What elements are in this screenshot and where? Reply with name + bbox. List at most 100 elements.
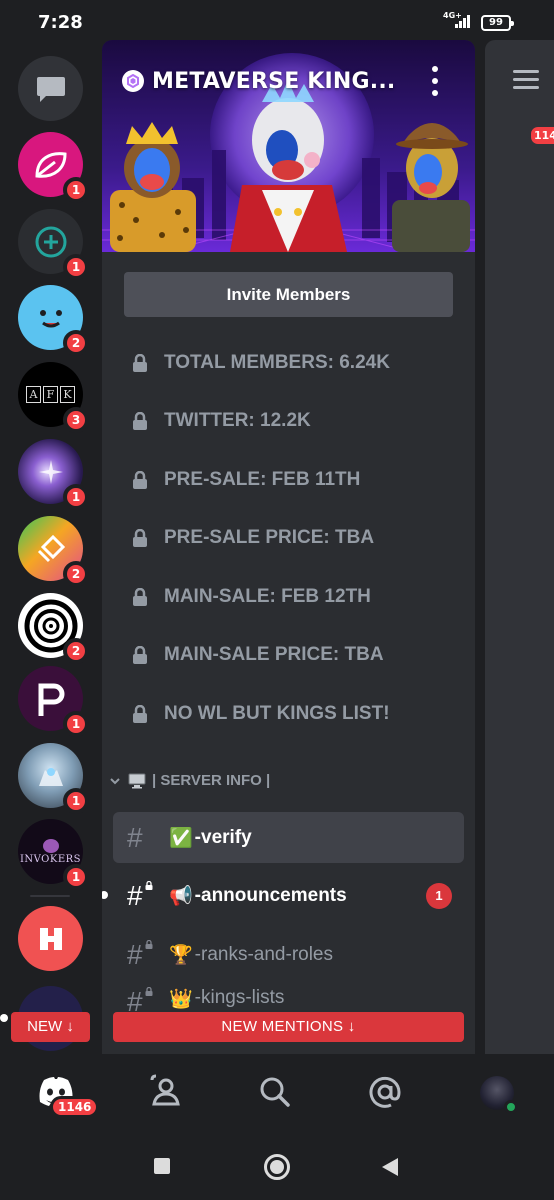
at-sign-icon [369, 1076, 401, 1108]
direct-messages-button[interactable] [18, 56, 83, 121]
afk-keys: A F K [26, 386, 75, 403]
search-icon [260, 1077, 290, 1107]
locked-channel[interactable]: TWITTER: 12.2K [132, 406, 311, 436]
mention-badge: 1 [426, 883, 452, 909]
channel-name: MAIN-SALE: FEB 12TH [164, 586, 371, 607]
back-button[interactable] [380, 1156, 400, 1178]
channel-item[interactable]: # 👑 -kings-lists [113, 987, 464, 1011]
friends-icon [150, 1074, 180, 1106]
battery-level: 99 [489, 17, 503, 28]
unread-badge: 1 [63, 254, 89, 280]
lock-icon [145, 987, 153, 996]
chat-panel-peek[interactable]: 1146 [485, 40, 554, 1054]
server-icon-gradient[interactable]: 2 [18, 516, 89, 587]
channel-name: PRE-SALE: FEB 11TH [164, 469, 361, 490]
server-name: METAVERSE KING... [152, 68, 396, 94]
new-unreads-button[interactable]: NEW ↓ [11, 1012, 90, 1042]
add-server-button[interactable]: 1 [18, 209, 89, 280]
server-icon-invokers[interactable]: INVOKERS 1 [18, 819, 89, 890]
channel-name: NO WL BUT KINGS LIST! [164, 703, 390, 724]
lock-icon [133, 705, 147, 723]
server-banner: METAVERSE KING... [102, 40, 475, 252]
server-icon-robot[interactable]: 1 [18, 743, 89, 814]
unread-badge: 2 [63, 638, 89, 664]
unread-badge: 1 [63, 711, 89, 737]
chat-bubble-icon [36, 76, 65, 102]
server-icon-leaf[interactable]: 1 [18, 132, 89, 203]
category-label: | SERVER INFO | [152, 772, 271, 789]
locked-channel[interactable]: PRE-SALE PRICE: TBA [132, 523, 374, 553]
locked-channel[interactable]: NO WL BUT KINGS LIST! [132, 699, 390, 729]
robot-icon [38, 767, 63, 786]
hashtag-icon: # [127, 939, 157, 970]
unread-pill [0, 1014, 8, 1022]
server-icon-afk[interactable]: A F K 3 [18, 362, 89, 433]
channel-name: MAIN-SALE PRICE: TBA [164, 644, 384, 665]
server-icon-h[interactable] [18, 906, 83, 971]
lock-icon [133, 588, 147, 606]
locked-channel[interactable]: PRE-SALE: FEB 11TH [132, 465, 360, 495]
channel-drawer: METAVERSE KING... Invite Members TOTAL M… [102, 40, 475, 1054]
unread-badge: 2 [63, 330, 89, 356]
tab-mentions[interactable] [367, 1074, 407, 1114]
signal-icon [455, 14, 473, 28]
chevron-down-icon [110, 777, 120, 784]
more-options-icon[interactable] [428, 66, 442, 96]
status-time: 7:28 [38, 12, 83, 33]
lock-icon [133, 646, 147, 664]
channel-name: TWITTER: 12.2K [164, 410, 311, 431]
channel-name: -ranks-and-roles [194, 943, 333, 965]
skull-icon [42, 839, 59, 853]
server-icon-smiley[interactable]: 2 [18, 285, 89, 356]
tab-home[interactable]: 1146 [36, 1074, 100, 1118]
server-icon-target[interactable]: 2 [18, 593, 89, 664]
lock-icon [133, 354, 147, 372]
channel-item[interactable]: # 🏆 -ranks-and-roles [113, 929, 464, 980]
tag-icon [37, 534, 65, 562]
system-nav-bar [0, 1134, 554, 1200]
battery-icon: 99 [481, 15, 514, 31]
boost-icon [122, 70, 144, 92]
invite-members-button[interactable]: Invite Members [124, 272, 453, 317]
channel-item[interactable]: # 📢 -announcements 1 [102, 870, 464, 921]
hashtag-icon: # [127, 821, 143, 853]
server-icon-p[interactable]: 1 [18, 666, 89, 737]
locked-channel[interactable]: TOTAL MEMBERS: 6.24K [132, 348, 390, 378]
tab-friends[interactable] [148, 1074, 188, 1114]
hamburger-icon[interactable] [513, 70, 539, 90]
lock-icon [133, 412, 147, 430]
hashtag-icon: # [127, 987, 157, 1011]
locked-channel[interactable]: MAIN-SALE: FEB 12TH [132, 582, 371, 612]
hashtag-icon: # [127, 880, 157, 911]
monitor-icon [128, 773, 146, 788]
server-header[interactable]: METAVERSE KING... [122, 66, 452, 96]
channel-emoji: ✅ [169, 827, 193, 849]
server-rail: 1 1 2 A F K 3 1 2 2 1 1 INVOKERS 1 [0, 46, 100, 1054]
unread-badge: 1 [63, 177, 89, 203]
category-server-info[interactable]: | SERVER INFO | [110, 772, 270, 789]
home-button[interactable] [264, 1154, 290, 1180]
locked-channel[interactable]: MAIN-SALE PRICE: TBA [132, 640, 384, 670]
lock-icon [145, 880, 153, 890]
channel-emoji: 📢 [169, 885, 193, 907]
channel-item[interactable]: # ✅ -verify [113, 812, 464, 863]
sparkle-icon [38, 459, 63, 484]
tab-profile[interactable] [480, 1074, 520, 1114]
channel-emoji: 👑 [169, 989, 193, 1010]
plus-circle-icon [35, 226, 66, 257]
rail-separator [30, 895, 70, 897]
server-icon-galaxy[interactable]: 1 [18, 439, 89, 510]
channel-name: TOTAL MEMBERS: 6.24K [164, 352, 390, 373]
peek-badge: 1146 [528, 124, 554, 147]
recents-button[interactable] [154, 1158, 170, 1174]
lock-icon [133, 529, 147, 547]
new-mentions-button[interactable]: NEW MENTIONS ↓ [113, 1012, 464, 1042]
channel-name: PRE-SALE PRICE: TBA [164, 527, 375, 548]
tab-search[interactable] [257, 1074, 297, 1114]
letter-h-icon [39, 927, 62, 950]
lock-icon [145, 939, 153, 949]
letter-p-icon [38, 683, 64, 716]
home-badge: 1146 [50, 1096, 100, 1118]
invokers-text: INVOKERS [19, 854, 82, 865]
channel-name: -kings-lists [194, 987, 285, 1008]
